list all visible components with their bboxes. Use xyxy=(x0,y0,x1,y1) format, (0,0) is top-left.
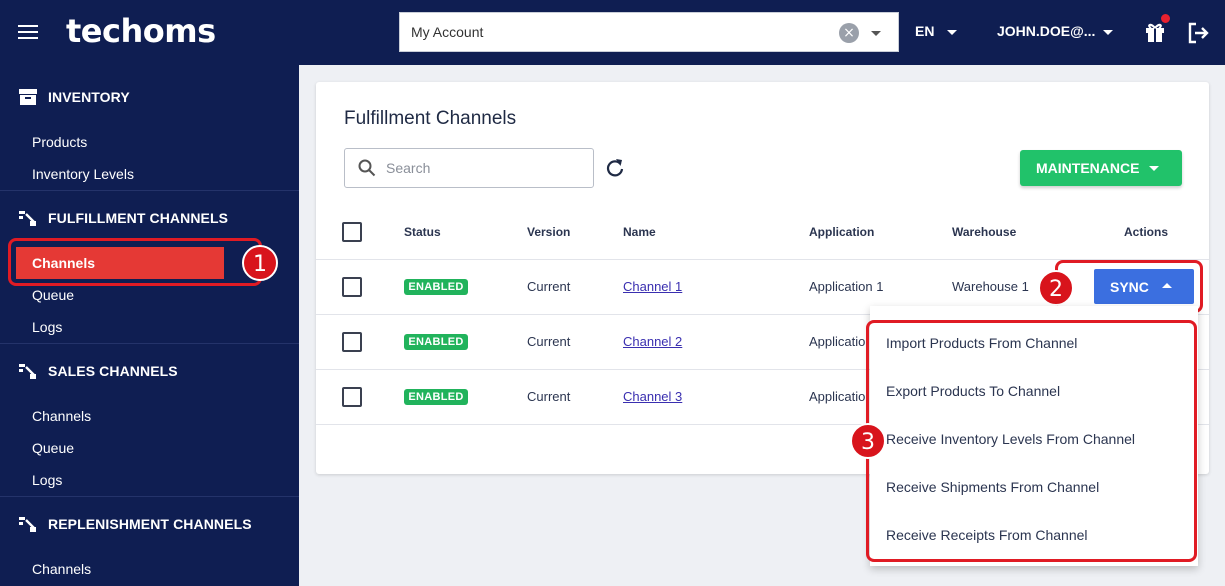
column-header-actions: Actions xyxy=(1124,225,1169,239)
search-placeholder: Search xyxy=(386,160,431,176)
channels-icon xyxy=(19,517,36,532)
channel-name-link[interactable]: Channel 3 xyxy=(623,389,682,404)
callout-1-highlight xyxy=(8,238,262,286)
application-cell: Application 1 xyxy=(809,279,884,294)
sidebar-item-sales-channels[interactable]: Channels xyxy=(32,408,91,424)
sidebar-item-replenishment-channels[interactable]: Channels xyxy=(32,561,91,577)
page-title: Fulfillment Channels xyxy=(344,108,517,129)
sidebar-section-fulfillment-channels[interactable]: FULFILLMENT CHANNELS xyxy=(18,207,228,229)
language-select[interactable]: EN xyxy=(915,23,934,39)
user-menu[interactable]: JOHN.DOE@... xyxy=(997,23,1095,39)
account-select-value: My Account xyxy=(411,24,484,40)
divider xyxy=(0,496,299,497)
divider xyxy=(0,190,299,191)
sidebar-item-products[interactable]: Products xyxy=(32,134,87,150)
version-cell: Current xyxy=(527,279,571,294)
application-cell: Applicatio xyxy=(809,389,866,404)
logout-icon[interactable] xyxy=(1186,21,1210,45)
channel-name-link[interactable]: Channel 1 xyxy=(623,279,682,294)
select-all-checkbox[interactable] xyxy=(342,222,362,242)
callout-3-highlight xyxy=(866,320,1197,562)
refresh-icon[interactable] xyxy=(605,158,625,178)
version-cell: Current xyxy=(527,389,571,404)
sidebar-item-fulfillment-logs[interactable]: Logs xyxy=(32,319,62,335)
callout-badge-1: 1 xyxy=(242,245,278,281)
notification-dot xyxy=(1160,13,1171,24)
status-badge: ENABLED xyxy=(404,334,468,350)
warehouse-cell: Warehouse 1 xyxy=(952,279,1029,294)
sidebar-section-inventory[interactable]: INVENTORY xyxy=(18,86,130,108)
sidebar-item-sales-logs[interactable]: Logs xyxy=(32,472,62,488)
chevron-down-icon[interactable] xyxy=(871,31,881,36)
sidebar-section-replenishment-channels[interactable]: REPLENISHMENT CHANNELS xyxy=(18,513,252,535)
sidebar-item-sales-queue[interactable]: Queue xyxy=(32,440,74,456)
search-icon xyxy=(358,159,376,177)
channel-name-link[interactable]: Channel 2 xyxy=(623,334,682,349)
chevron-down-icon xyxy=(1149,166,1159,171)
version-cell: Current xyxy=(527,334,571,349)
chevron-down-icon[interactable] xyxy=(947,30,957,35)
callout-badge-3: 3 xyxy=(850,423,886,459)
row-checkbox[interactable] xyxy=(342,332,362,352)
column-header-warehouse[interactable]: Warehouse xyxy=(952,225,1016,239)
archive-box-icon xyxy=(19,89,37,105)
top-bar: techoms My Account × EN JOHN.DOE@... xyxy=(0,0,1225,65)
maintenance-label: MAINTENANCE xyxy=(1036,160,1140,176)
search-input[interactable]: Search xyxy=(344,148,594,188)
sidebar-item-fulfillment-queue[interactable]: Queue xyxy=(32,287,74,303)
logo: techoms xyxy=(66,12,216,50)
maintenance-button[interactable]: MAINTENANCE xyxy=(1020,150,1182,186)
column-header-version[interactable]: Version xyxy=(527,225,570,239)
chevron-down-icon[interactable] xyxy=(1103,30,1113,35)
row-checkbox[interactable] xyxy=(342,277,362,297)
sidebar: INVENTORY Products Inventory Levels FULF… xyxy=(0,65,299,586)
column-header-name[interactable]: Name xyxy=(623,225,656,239)
account-select[interactable]: My Account × xyxy=(399,12,899,52)
sidebar-section-sales-channels[interactable]: SALES CHANNELS xyxy=(18,360,178,382)
hamburger-menu-icon[interactable] xyxy=(18,25,38,39)
application-cell: Applicatio xyxy=(809,334,866,349)
status-badge: ENABLED xyxy=(404,389,468,405)
channels-icon xyxy=(19,364,36,379)
status-badge: ENABLED xyxy=(404,279,468,295)
channels-icon xyxy=(19,211,36,226)
divider xyxy=(0,343,299,344)
row-checkbox[interactable] xyxy=(342,387,362,407)
column-header-application[interactable]: Application xyxy=(809,225,874,239)
sidebar-item-inventory-levels[interactable]: Inventory Levels xyxy=(32,166,134,182)
callout-badge-2: 2 xyxy=(1038,270,1074,306)
column-header-status[interactable]: Status xyxy=(404,225,441,239)
clear-icon[interactable]: × xyxy=(839,23,859,43)
